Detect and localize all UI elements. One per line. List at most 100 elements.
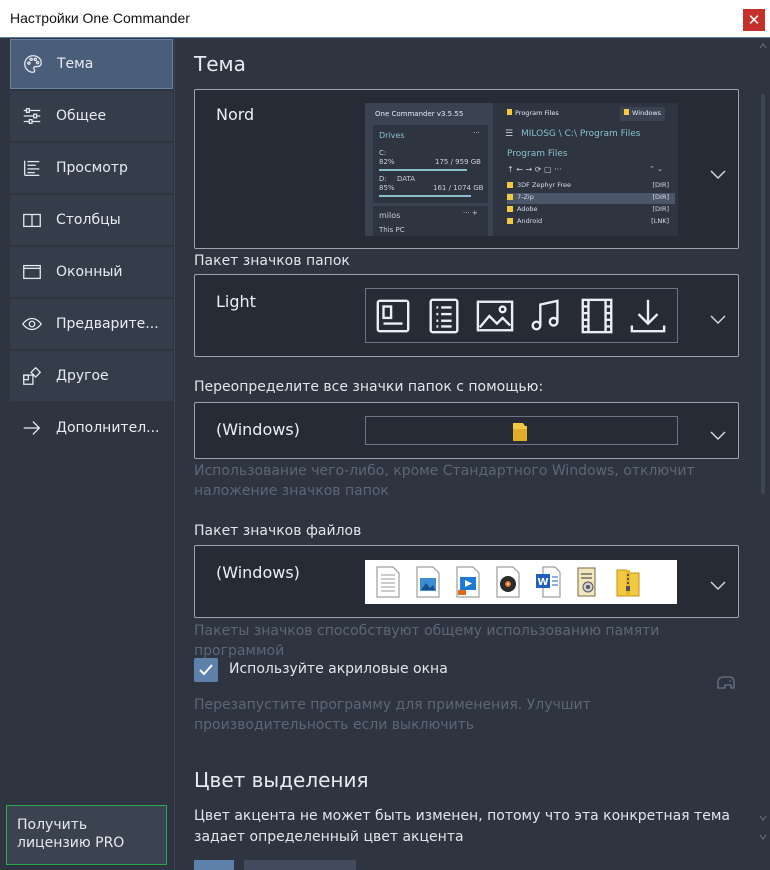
get-pro-license-button[interactable]: Получить лицензию PRO [6,805,167,865]
folder-icons-preview [365,288,678,343]
folder-downloads-icon [630,299,666,332]
preview-row: Android [LNK] [507,217,675,228]
preview-nav-arrows: ↑ ← → ⟳ ▢ ··· [507,165,562,174]
sidebar-item-view[interactable]: Просмотр [10,143,173,193]
windows-folder-icon [513,423,527,441]
accent-section-title: Цвет выделения [194,768,369,792]
preview-row-name: 3DF Zephyr Free [517,181,572,189]
sidebar-item-advanced[interactable]: Дополнител... [10,403,173,453]
settings-window: Настройки One Commander ✕ Тема Общее Про… [0,0,770,870]
folder-pack-dropdown[interactable]: Light [194,274,739,357]
preview-path: MILOSG \ C:\ Program Files [521,129,641,139]
preview-tab1-label: Program Files [515,109,559,117]
preview-sort-icon: ⌃ ⌄ [649,165,663,173]
preview-row-type: [DIR] [652,193,669,201]
theme-dropdown[interactable]: Nord One Commander v3.5.55 Drives ··· C:… [194,89,739,249]
word-document-icon: W [536,566,561,598]
scroll-down-icon[interactable] [759,834,767,840]
title-bar: Настройки One Commander ✕ [0,0,770,38]
folder-pictures-icon [476,300,514,331]
sidebar-item-label: Общее [56,108,107,124]
accent-color-button[interactable] [244,860,356,870]
theme-section-title: Тема [194,52,246,76]
arrow-right-icon [20,416,44,440]
shapes-icon [20,364,44,388]
chevron-down-icon [710,576,726,590]
image-file-icon [416,566,440,598]
sidebar-item-label: Предварите... [56,316,159,332]
sidebar-item-preview[interactable]: Предварите... [10,299,173,349]
override-icons-label: Переопределите все значки папок с помощь… [194,379,544,395]
override-icons-dropdown[interactable]: (Windows) [194,402,739,459]
preview-drives-panel: Drives ··· C: 82% 175 / 959 GB D: DATA 8… [373,125,488,203]
window-title: Настройки One Commander [10,10,190,26]
settings-content: Тема Nord One Commander v3.5.55 Drives ·… [176,39,756,870]
sidebar-item-other[interactable]: Другое [10,351,173,401]
sidebar-item-theme[interactable]: Тема [10,39,173,89]
folder-pack-value: Light [216,292,256,311]
sidebar-item-window[interactable]: Оконный [10,247,173,297]
theme-preview: One Commander v3.5.55 Drives ··· C: 82% … [365,103,678,236]
preview-folder-icon [624,109,629,115]
sidebar-item-label: Просмотр [56,160,128,176]
preview-row-type: [LNK] [651,217,669,225]
sliders-icon [20,104,44,128]
script-file-icon [577,567,596,597]
acrylic-label[interactable]: Используйте акриловые окна [229,661,448,677]
file-icons-preview: W [365,560,677,604]
folder-icon [507,194,513,200]
folder-pack-label: Пакет значков папок [194,253,350,269]
folder-generic-icon [376,299,410,332]
preview-drives-label: Drives [379,131,405,140]
scroll-up-icon[interactable] [759,43,767,49]
preview-row-name: Android [517,217,543,225]
scroll-thumb[interactable] [761,94,765,494]
preview-app-title: One Commander v3.5.55 [375,110,464,118]
preview-tab-program-files: Program Files [503,107,563,121]
preview-row-type: [DIR] [652,181,669,189]
accent-color-swatch[interactable] [194,860,234,870]
acrylic-checkbox[interactable] [194,658,218,682]
scroll-down-icon[interactable] [759,815,767,821]
folder-icon [507,182,513,188]
override-icons-preview [365,416,678,445]
preview-row-name: Adobe [517,205,538,213]
preview-drive-c: C: [379,149,387,157]
chevron-down-icon [710,165,726,179]
sidebar-item-label: Другое [56,368,109,384]
sidebar-item-columns[interactable]: Столбцы [10,195,173,245]
sidebar: Тема Общее Просмотр Столбцы Оконный Пред… [0,39,175,870]
sidebar-item-general[interactable]: Общее [10,91,173,141]
sidebar-item-label: Дополнител... [56,420,160,436]
folder-videos-icon [581,298,613,333]
preview-row-selected: 7-Zip [DIR] [507,193,675,204]
preview-drive-d-size: 161 / 1074 GB [433,184,484,192]
close-button[interactable]: ✕ [743,9,765,31]
text-file-icon [376,566,400,598]
file-pack-value: (Windows) [216,563,300,582]
svg-text:W: W [537,577,548,588]
file-pack-dropdown[interactable]: (Windows) W [194,545,739,618]
sidebar-item-label: Оконный [56,264,123,280]
elephant-icon [717,676,735,689]
preview-drive-d-name: DATA [397,175,416,183]
content-scrollbar[interactable] [756,39,770,870]
columns-icon [20,208,44,232]
preview-menu-icon: ☰ [505,129,514,139]
preview-row-name: 7-Zip [517,193,534,201]
list-view-icon [20,156,44,180]
eye-icon [20,312,44,336]
sidebar-item-label: Тема [57,56,94,72]
preview-tab2-label: Windows [632,109,662,117]
folder-icon [507,206,513,212]
folder-icon [507,218,513,224]
preview-add-icon: ··· + [463,209,478,217]
window-icon [20,260,44,284]
preview-drive-d: D: [379,175,387,183]
preview-drive-c-pct: 82% [379,158,395,166]
override-icons-hint: Использование чего-либо, кроме Стандартн… [194,463,695,499]
accent-hint: Цвет акцента не может быть изменен, пото… [194,808,730,845]
preview-row: Adobe [DIR] [507,205,675,216]
theme-value: Nord [216,105,255,124]
folder-documents-icon [429,298,459,333]
